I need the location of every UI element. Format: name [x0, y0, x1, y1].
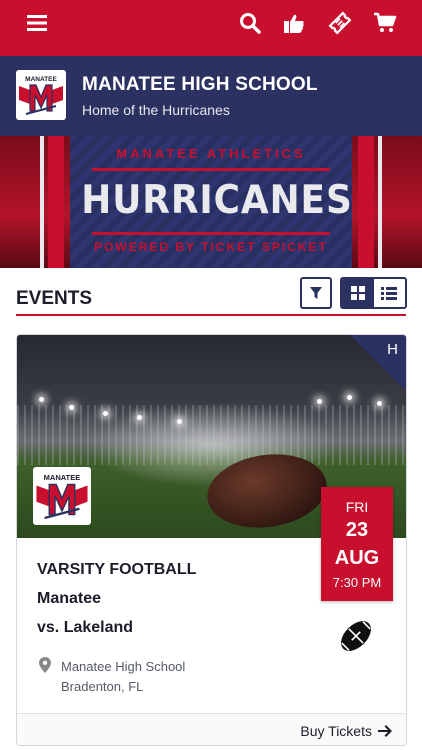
- school-name: MANATEE HIGH SCHOOL: [82, 74, 318, 95]
- thumbs-up-icon[interactable]: [281, 10, 307, 36]
- menu-icon[interactable]: [24, 10, 50, 36]
- card-footer: Buy Tickets: [17, 713, 406, 745]
- event-type: VARSITY FOOTBALL: [37, 561, 197, 578]
- football-icon: [341, 621, 371, 651]
- grid-icon: [350, 286, 365, 300]
- event-day-of-week: FRI: [345, 499, 369, 515]
- venue-name: Manatee High School: [61, 659, 186, 674]
- event-day: 23: [345, 519, 369, 541]
- event-time: 7:30 PM: [332, 575, 382, 590]
- banner-title: HURRICANES: [81, 178, 353, 223]
- banner-bottom-text: POWERED BY TICKET SPICKET: [94, 240, 328, 254]
- venue-city: Bradenton, FL: [61, 679, 144, 694]
- view-toggle: [340, 277, 407, 309]
- buy-tickets-label: Buy Tickets: [300, 723, 372, 739]
- event-venue: Manatee High School Bradenton, FL: [61, 657, 185, 697]
- team-logo: MANATEE: [33, 467, 91, 525]
- filter-icon: [310, 287, 322, 299]
- event-month: AUG: [334, 547, 380, 569]
- school-header: MANATEE MANATEE HIGH SCHOOL Home of the …: [0, 56, 422, 136]
- ticket-icon[interactable]: [327, 10, 353, 36]
- cart-icon[interactable]: [372, 10, 398, 36]
- search-icon[interactable]: [237, 10, 263, 36]
- event-card[interactable]: H MANATEE FRI 23 AUG 7:30 PM VARSITY FOO…: [16, 334, 407, 746]
- list-view-button[interactable]: [373, 279, 405, 307]
- list-icon: [381, 286, 398, 300]
- svg-text:MANATEE: MANATEE: [25, 76, 57, 83]
- school-logo[interactable]: MANATEE: [16, 70, 66, 120]
- arrow-right-icon: [378, 725, 392, 737]
- svg-text:MANATEE: MANATEE: [44, 473, 81, 482]
- event-date-badge: FRI 23 AUG 7:30 PM: [321, 487, 393, 601]
- home-away-badge: H: [387, 341, 398, 358]
- banner-top-text: MANATEE ATHLETICS: [116, 146, 306, 161]
- events-heading: EVENTS: [16, 288, 93, 309]
- school-tagline: Home of the Hurricanes: [82, 102, 230, 118]
- events-divider: [16, 314, 406, 316]
- location-pin-icon: [39, 657, 51, 673]
- grid-view-button[interactable]: [342, 279, 374, 307]
- top-navigation-bar: [0, 0, 422, 56]
- filter-button[interactable]: [300, 277, 332, 309]
- buy-tickets-button[interactable]: Buy Tickets: [300, 723, 392, 739]
- opponent: vs. Lakeland: [37, 619, 134, 636]
- home-team: Manatee: [37, 590, 102, 607]
- hero-banner: MANATEE ATHLETICS HURRICANES POWERED BY …: [0, 136, 422, 268]
